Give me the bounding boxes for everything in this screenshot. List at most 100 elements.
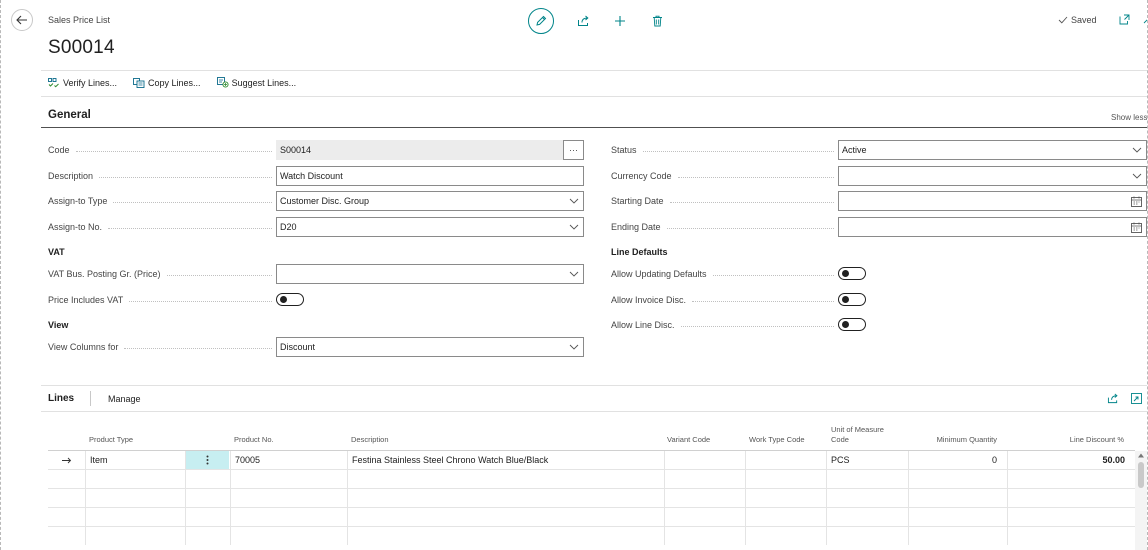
suggest-lines-label: Suggest Lines...: [231, 77, 297, 88]
copy-lines-button[interactable]: Copy Lines...: [133, 77, 201, 88]
view-columns-for-label: View Columns for: [48, 337, 276, 357]
general-section-title[interactable]: General: [48, 109, 91, 121]
cell-description[interactable]: Festina Stainless Steel Chrono Watch Blu…: [352, 455, 548, 465]
grid-col-line: [185, 470, 186, 488]
suggest-lines-button[interactable]: Suggest Lines...: [216, 77, 297, 88]
col-product-no[interactable]: Product No.: [234, 435, 274, 445]
verify-lines-icon: [48, 77, 59, 87]
allow-updating-defaults-toggle[interactable]: [838, 267, 866, 280]
table-row[interactable]: Item 70005 Festina Stainless Steel Chron…: [48, 450, 1135, 469]
code-field[interactable]: S00014: [276, 140, 563, 160]
lines-section-title[interactable]: Lines: [48, 393, 74, 404]
page-frame: Sales Price List S00014 Saved Verify Lin…: [0, 0, 1148, 550]
grid-col-line: [826, 470, 827, 488]
open-new-window-icon[interactable]: [1119, 14, 1130, 25]
vat-bus-posting-label: VAT Bus. Posting Gr. (Price): [48, 264, 276, 284]
cell-product-no[interactable]: 70005: [235, 455, 260, 465]
price-includes-vat-label: Price Includes VAT: [48, 290, 276, 310]
suggest-lines-icon: [216, 77, 229, 88]
currency-code-select[interactable]: [838, 166, 1147, 186]
scrollbar-thumb[interactable]: [1138, 462, 1144, 488]
verify-lines-button[interactable]: Verify Lines...: [48, 77, 117, 88]
grid-col-line: [664, 527, 665, 545]
new-button[interactable]: [612, 13, 628, 29]
assign-to-no-select[interactable]: D20: [276, 217, 584, 237]
grid-col-line: [85, 527, 86, 545]
share-button[interactable]: [575, 13, 591, 29]
description-field[interactable]: Watch Discount: [276, 166, 584, 186]
grid-col-line: [85, 489, 86, 507]
pencil-icon: [536, 15, 547, 26]
grid-col-line: [908, 451, 909, 469]
grid-col-line: [826, 451, 827, 469]
table-row-empty[interactable]: [48, 469, 1135, 488]
trash-icon: [652, 15, 662, 27]
allow-line-disc-toggle[interactable]: [838, 318, 866, 331]
grid-col-line: [1007, 451, 1008, 469]
col-minimum-quantity[interactable]: Minimum Quantity: [898, 435, 997, 445]
back-button[interactable]: [11, 9, 33, 31]
expand-icon[interactable]: [1142, 14, 1148, 25]
toggle-knob: [842, 296, 849, 303]
table-row-empty[interactable]: [48, 507, 1135, 526]
toggle-knob: [280, 296, 287, 303]
edit-button[interactable]: [528, 8, 554, 34]
grid-col-line: [826, 508, 827, 526]
calendar-icon[interactable]: [1131, 196, 1142, 207]
grid-header-row: Product Type Product No. Description Var…: [48, 423, 1135, 450]
action-bar: Verify Lines... Copy Lines... Suggest Li…: [48, 77, 296, 88]
copy-lines-label: Copy Lines...: [148, 77, 201, 88]
lines-grid: Product Type Product No. Description Var…: [48, 423, 1135, 545]
col-description[interactable]: Description: [351, 435, 389, 445]
col-work-type-code[interactable]: Work Type Code: [749, 435, 805, 445]
grid-col-line: [1007, 470, 1008, 488]
show-less-link[interactable]: Show less: [1111, 113, 1147, 122]
scroll-up-icon[interactable]: [1138, 453, 1144, 458]
vertical-ellipsis-icon: [206, 455, 209, 465]
grid-col-line: [826, 527, 827, 545]
code-lookup-button[interactable]: ···: [563, 140, 584, 160]
col-product-type[interactable]: Product Type: [89, 435, 133, 445]
col-unit-of-measure-code[interactable]: Unit of Measure Code: [831, 425, 901, 445]
ending-date-field[interactable]: [838, 217, 1147, 237]
starting-date-field[interactable]: [838, 191, 1147, 211]
arrow-left-icon: [16, 15, 27, 25]
view-columns-for-select[interactable]: Discount: [276, 337, 584, 357]
chevron-down-icon: [569, 271, 579, 277]
price-includes-vat-toggle[interactable]: [276, 293, 304, 306]
lines-manage-menu[interactable]: Manage: [108, 394, 141, 404]
cell-unit-of-measure[interactable]: PCS: [831, 455, 850, 465]
grid-col-line: [664, 489, 665, 507]
delete-button[interactable]: [649, 13, 665, 29]
cell-line-discount[interactable]: 50.00: [1013, 455, 1125, 465]
cell-minimum-quantity[interactable]: 0: [913, 455, 997, 465]
col-line-discount[interactable]: Line Discount %: [1018, 435, 1124, 445]
grid-col-line: [230, 508, 231, 526]
lines-scrollbar[interactable]: [1135, 451, 1147, 550]
header-divider: [41, 70, 1147, 71]
table-row-empty[interactable]: [48, 526, 1135, 545]
calendar-icon[interactable]: [1131, 222, 1142, 233]
arrow-right-icon: [62, 457, 72, 464]
allow-invoice-disc-toggle[interactable]: [838, 293, 866, 306]
description-label: Description: [48, 166, 276, 186]
lines-top-divider: [41, 385, 1147, 386]
assign-to-type-select[interactable]: Customer Disc. Group: [276, 191, 584, 211]
breadcrumb: Sales Price List: [48, 15, 111, 25]
ending-date-label: Ending Date: [611, 217, 838, 237]
share-icon[interactable]: [1107, 393, 1119, 404]
allow-updating-defaults-label: Allow Updating Defaults: [611, 264, 838, 284]
vat-bus-posting-select[interactable]: [276, 264, 584, 284]
cell-product-type[interactable]: Item: [90, 455, 108, 465]
general-divider: [41, 127, 1147, 128]
table-row-empty[interactable]: [48, 488, 1135, 507]
focus-mode-icon[interactable]: [1131, 393, 1142, 404]
grid-col-line: [85, 470, 86, 488]
grid-col-line: [826, 489, 827, 507]
row-actions-button[interactable]: [186, 451, 229, 469]
header-actions: [528, 8, 665, 34]
grid-col-line: [745, 527, 746, 545]
col-variant-code[interactable]: Variant Code: [667, 435, 710, 445]
status-select[interactable]: Active: [838, 140, 1147, 160]
lines-header-divider: [41, 411, 1147, 412]
